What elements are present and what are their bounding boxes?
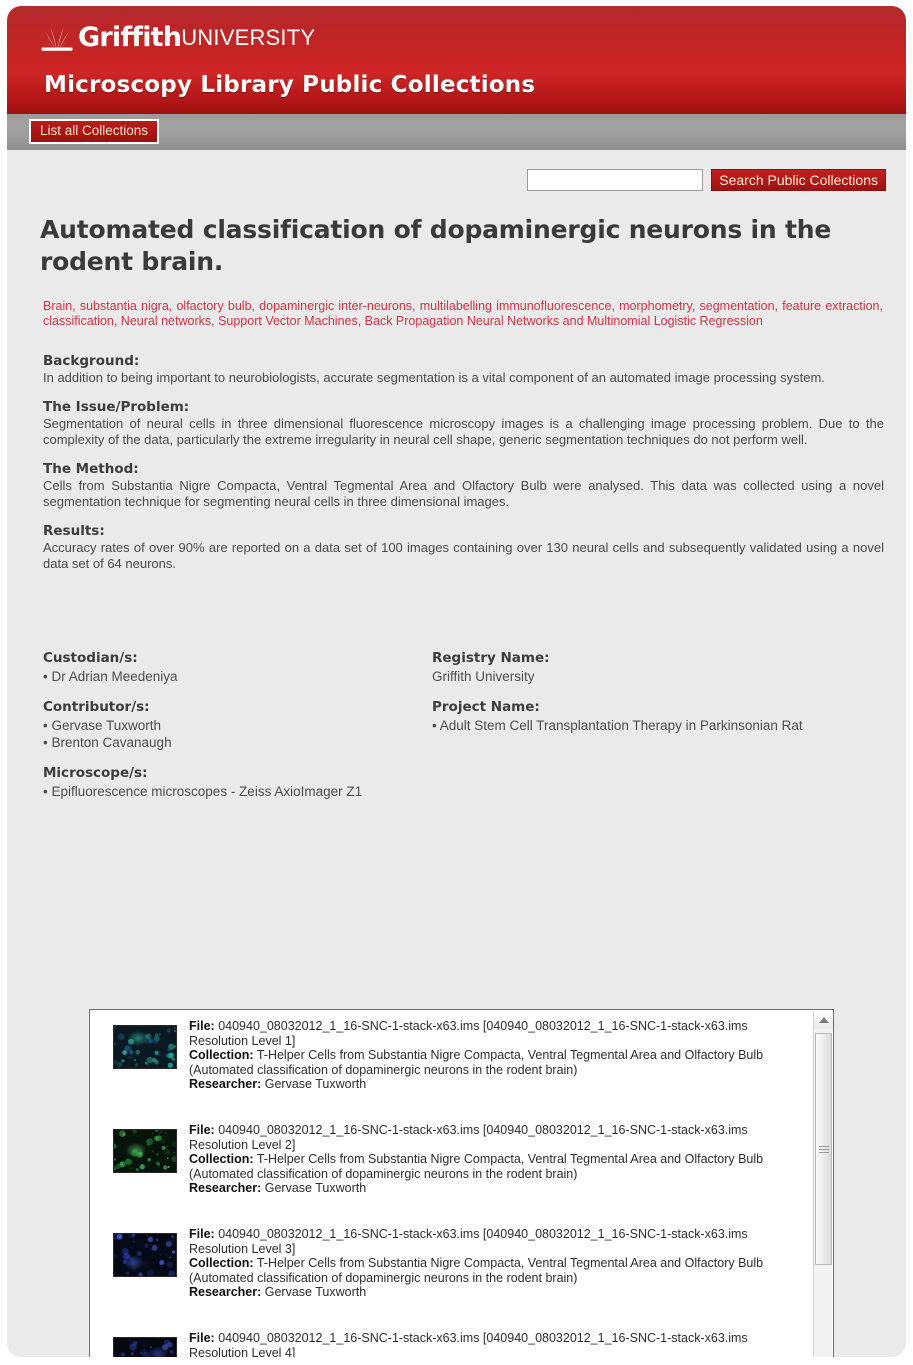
section-heading: The Issue/Problem: [43, 399, 190, 415]
record-section: Background: In addition to being importa… [43, 353, 884, 386]
result-researcher: Researcher: Gervase Tuxworth [189, 1077, 809, 1092]
result-file: File: 040940_08032012_1_16-SNC-1-stack-x… [189, 1123, 809, 1152]
section-body: In addition to being important to neurob… [43, 370, 825, 385]
scroll-up-arrow-icon[interactable] [814, 1011, 833, 1029]
result-file-label: File: [189, 1123, 215, 1137]
results-vertical-scrollbar[interactable] [813, 1011, 833, 1357]
result-collection: Collection: T-Helper Cells from Substant… [189, 1256, 809, 1285]
result-thumbnail-image [113, 1233, 177, 1277]
metadata-list-item: Adult Stem Cell Transplantation Therapy … [432, 717, 882, 734]
list-all-collections-button[interactable]: List all Collections [29, 119, 160, 144]
metadata-column-right: Registry Name: Griffith University Project… [432, 650, 882, 748]
metadata-list: Epifluorescence microscopes - Zeiss Axio… [43, 783, 423, 800]
section-body: Accuracy rates of over 90% are reported … [43, 540, 884, 571]
metadata-group: Microscope/s: Epifluorescence microscopes… [43, 765, 423, 800]
metadata-group: Custodian/s: Dr Adrian Meedeniya [43, 650, 423, 685]
result-file-value: 040940_08032012_1_16-SNC-1-stack-x63.ims… [189, 1227, 748, 1256]
result-file-label: File: [189, 1331, 215, 1345]
result-item[interactable]: File: 040940_08032012_1_16-SNC-1-stack-x… [91, 1115, 815, 1219]
griffith-logo[interactable]: Griffith UNIVERSITY [40, 19, 315, 51]
search-input[interactable] [527, 169, 704, 191]
nav-bar: List all Collections [7, 114, 906, 150]
result-collection: Collection: T-Helper Cells from Substant… [189, 1048, 809, 1077]
result-collection-value: T-Helper Cells from Substantia Nigre Com… [189, 1152, 764, 1181]
logo-wordmark-bold: Griffith [78, 22, 182, 53]
metadata-list: Adult Stem Cell Transplantation Therapy … [432, 717, 882, 734]
result-file-value: 040940_08032012_1_16-SNC-1-stack-x63.ims… [189, 1331, 748, 1357]
section-body: Segmentation of neural cells in three di… [43, 416, 884, 447]
result-collection-value: T-Helper Cells from Substantia Nigre Com… [189, 1048, 764, 1077]
record-section: The Issue/Problem: Segmentation of neura… [43, 399, 884, 448]
result-thumbnail-image [113, 1025, 177, 1069]
metadata-column-left: Custodian/s: Dr Adrian Meedeniya Contribut… [43, 650, 423, 814]
result-item[interactable]: File: 040940_08032012_1_16-SNC-1-stack-x… [91, 1011, 815, 1115]
result-researcher-value: Gervase Tuxworth [264, 1285, 367, 1300]
metadata-list: Gervase TuxworthBrenton Cavanaugh [43, 717, 423, 751]
result-thumbnail-image [113, 1337, 177, 1357]
site-header-banner: Griffith UNIVERSITY Microscopy Library P… [7, 6, 906, 114]
metadata-group: Registry Name: Griffith University [432, 650, 882, 685]
record-section: The Method: Cells from Substantia Nigre … [43, 461, 884, 510]
page-shell: Griffith UNIVERSITY Microscopy Library P… [7, 6, 906, 1357]
result-file-value: 040940_08032012_1_16-SNC-1-stack-x63.ims… [189, 1123, 748, 1152]
result-collection-label: Collection: [189, 1048, 254, 1063]
result-details: File: 040940_08032012_1_16-SNC-1-stack-x… [189, 1019, 815, 1115]
result-details: File: 040940_08032012_1_16-SNC-1-stack-x… [189, 1123, 815, 1219]
metadata-value: Griffith University [432, 669, 535, 684]
vertical-scroll-thumb[interactable] [815, 1033, 832, 1265]
result-item[interactable]: File: 040940_08032012_1_16-SNC-1-stack-x… [91, 1219, 815, 1323]
result-collection-label: Collection: [189, 1256, 254, 1271]
result-item[interactable]: File: 040940_08032012_1_16-SNC-1-stack-x… [91, 1323, 815, 1357]
result-collection-label: Collection: [189, 1152, 254, 1167]
result-researcher-label: Researcher: [189, 1077, 262, 1092]
griffith-book-logo-icon [40, 28, 74, 51]
scroll-grip-icon [819, 1144, 829, 1154]
main-content: Search Public Collections Automated clas… [7, 150, 906, 1357]
metadata-list-item: Epifluorescence microscopes - Zeiss Axio… [43, 783, 423, 800]
section-heading: The Method: [43, 461, 139, 477]
result-researcher-value: Gervase Tuxworth [264, 1077, 367, 1092]
result-file-label: File: [189, 1227, 215, 1241]
metadata-list-item: Brenton Cavanaugh [43, 734, 423, 751]
metadata-list-item: Dr Adrian Meedeniya [43, 668, 423, 685]
result-thumbnail-image [113, 1129, 177, 1173]
result-details: File: 040940_08032012_1_16-SNC-1-stack-x… [189, 1227, 815, 1323]
site-title: Microscopy Library Public Collections [44, 72, 536, 98]
metadata-group: Project Name: Adult Stem Cell Transplanta… [432, 699, 882, 734]
result-file: File: 040940_08032012_1_16-SNC-1-stack-x… [189, 1019, 809, 1048]
logo-wordmark-light: UNIVERSITY [181, 25, 316, 50]
result-file: File: 040940_08032012_1_16-SNC-1-stack-x… [189, 1227, 809, 1256]
result-researcher-label: Researcher: [189, 1285, 262, 1300]
record-sections: Background: In addition to being importa… [43, 353, 884, 585]
result-file: File: 040940_08032012_1_16-SNC-1-stack-x… [189, 1331, 809, 1357]
record-keywords: Brain, substantia nigra, olfactory bulb,… [43, 299, 883, 328]
page-root: Griffith UNIVERSITY Microscopy Library P… [0, 0, 913, 1365]
record-section: Results: Accuracy rates of over 90% are … [43, 523, 884, 572]
result-file-value: 040940_08032012_1_16-SNC-1-stack-x63.ims… [189, 1019, 748, 1048]
metadata-group: Contributor/s: Gervase TuxworthBrenton Ca… [43, 699, 423, 751]
metadata-heading: Registry Name: [432, 650, 550, 666]
section-heading: Results: [43, 523, 105, 539]
metadata-heading: Project Name: [432, 699, 540, 715]
section-body: Cells from Substantia Nigre Compacta, Ve… [43, 478, 884, 509]
metadata-heading: Custodian/s: [43, 650, 138, 666]
metadata-heading: Contributor/s: [43, 699, 150, 715]
result-researcher-label: Researcher: [189, 1181, 262, 1196]
result-file-label: File: [189, 1019, 215, 1033]
record-title: Automated classification of dopaminergic… [40, 215, 832, 276]
metadata-heading: Microscope/s: [43, 765, 148, 781]
section-heading: Background: [43, 353, 140, 369]
result-details: File: 040940_08032012_1_16-SNC-1-stack-x… [189, 1331, 815, 1357]
results-list[interactable]: File: 040940_08032012_1_16-SNC-1-stack-x… [91, 1011, 815, 1357]
search-area: Search Public Collections [527, 169, 886, 191]
metadata-list-item: Gervase Tuxworth [43, 717, 423, 734]
result-collection: Collection: T-Helper Cells from Substant… [189, 1152, 809, 1181]
result-researcher-value: Gervase Tuxworth [264, 1181, 367, 1196]
search-public-collections-button[interactable]: Search Public Collections [711, 169, 886, 191]
metadata-list: Dr Adrian Meedeniya [43, 668, 423, 685]
result-researcher: Researcher: Gervase Tuxworth [189, 1285, 809, 1300]
result-researcher: Researcher: Gervase Tuxworth [189, 1181, 809, 1196]
result-collection-value: T-Helper Cells from Substantia Nigre Com… [189, 1256, 764, 1285]
results-panel: File: 040940_08032012_1_16-SNC-1-stack-x… [89, 1009, 834, 1357]
